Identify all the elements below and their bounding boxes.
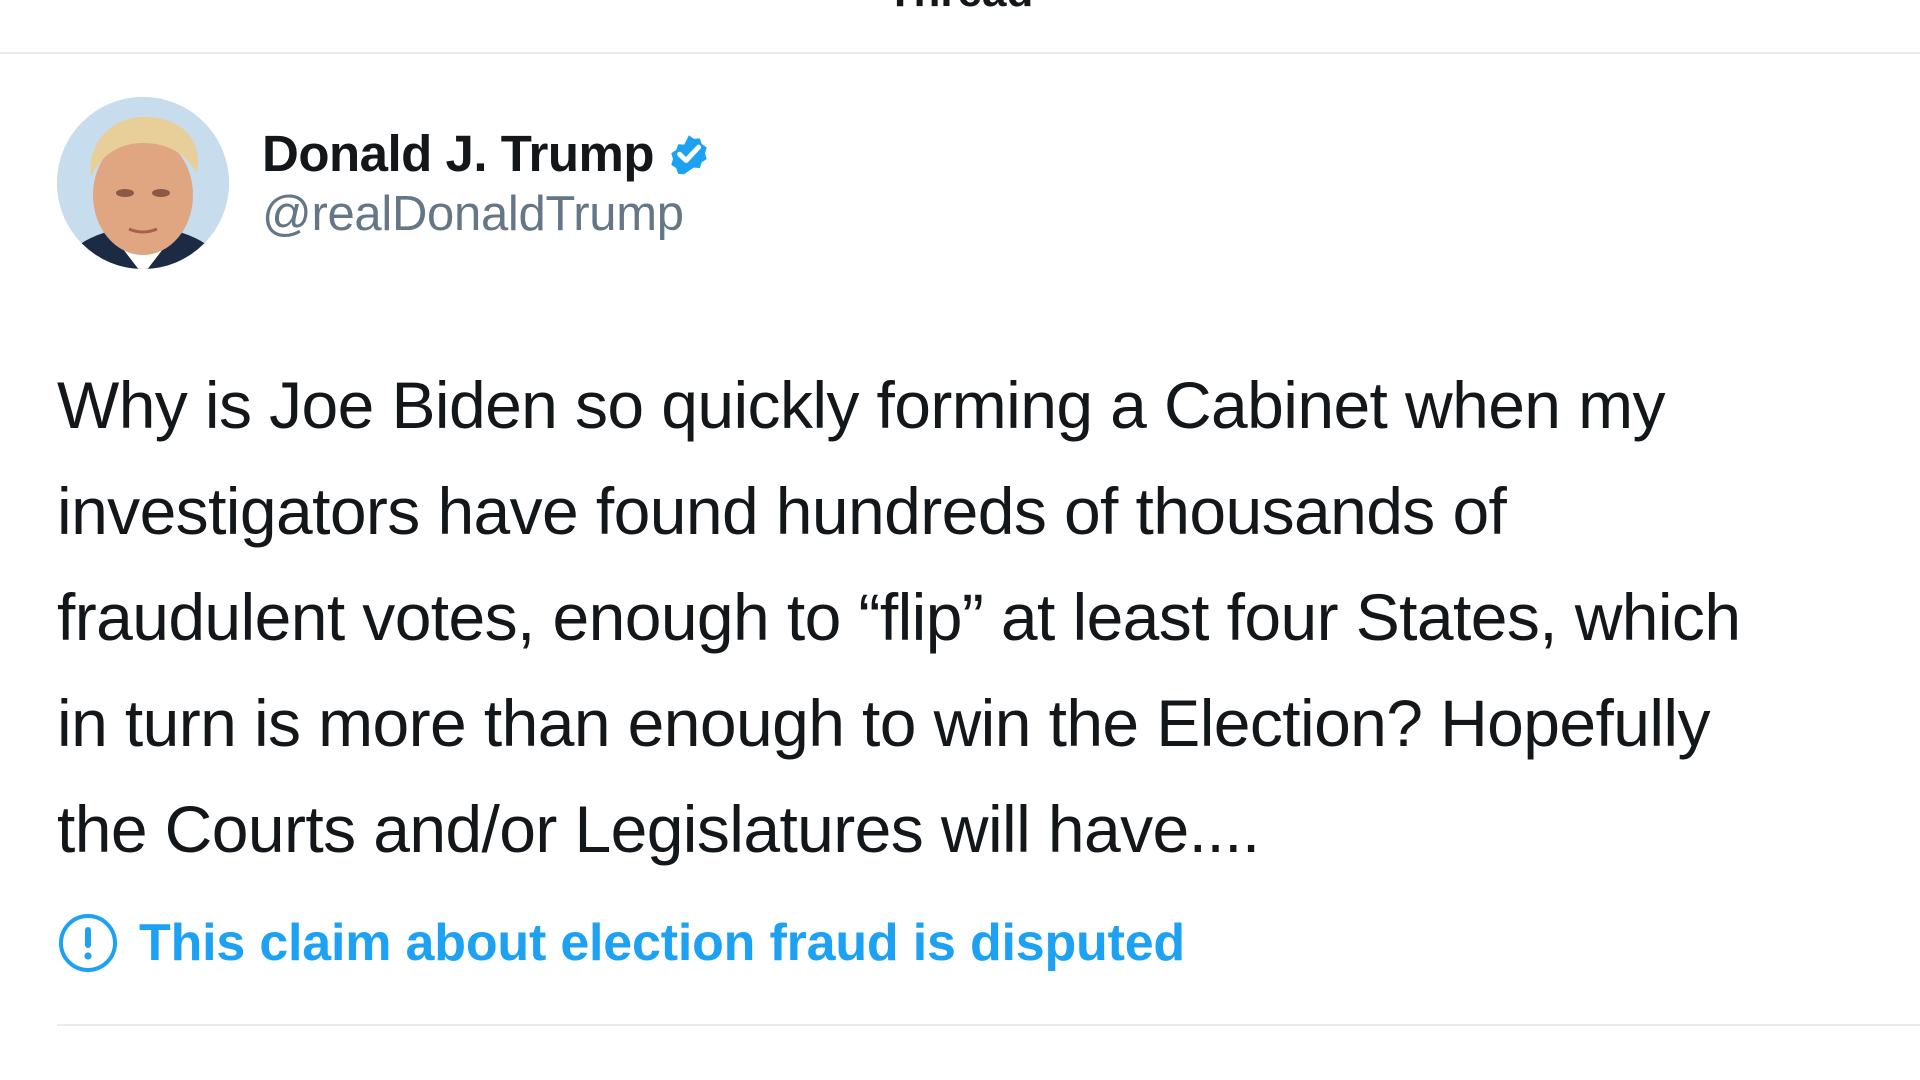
avatar[interactable] <box>57 97 229 269</box>
tweet-text-line: fraudulent votes, enough to “flip” at le… <box>57 580 1741 654</box>
author-name[interactable]: Donald J. Trump <box>262 124 655 183</box>
tweet-text-line: the Courts and/or Legislatures will have… <box>57 792 1260 866</box>
verified-badge-icon <box>664 128 714 178</box>
tweet-text-line: investigators have found hundreds of tho… <box>57 474 1507 548</box>
header-title: Thread <box>0 0 1920 18</box>
avatar-image <box>57 97 229 269</box>
tweet-text: Why is Joe Biden so quickly forming a Ca… <box>57 352 1917 882</box>
disputed-claim-notice[interactable]: This claim about election fraud is dispu… <box>57 908 1185 978</box>
author-name-row: Donald J. Trump <box>262 122 714 184</box>
author-handle[interactable]: @realDonaldTrump <box>262 186 714 242</box>
author-block[interactable]: Donald J. Trump @realDonaldTrump <box>262 122 714 242</box>
tweet[interactable]: Donald J. Trump @realDonaldTrump Why is … <box>0 54 1920 1080</box>
tweet-text-line: in turn is more than enough to win the E… <box>57 686 1710 760</box>
thread-header: Thread <box>0 0 1920 54</box>
disputed-claim-link[interactable]: This claim about election fraud is dispu… <box>139 913 1185 973</box>
exclamation-circle-icon <box>57 912 119 974</box>
tweet-text-line: Why is Joe Biden so quickly forming a Ca… <box>57 368 1666 442</box>
divider <box>57 1024 1920 1026</box>
